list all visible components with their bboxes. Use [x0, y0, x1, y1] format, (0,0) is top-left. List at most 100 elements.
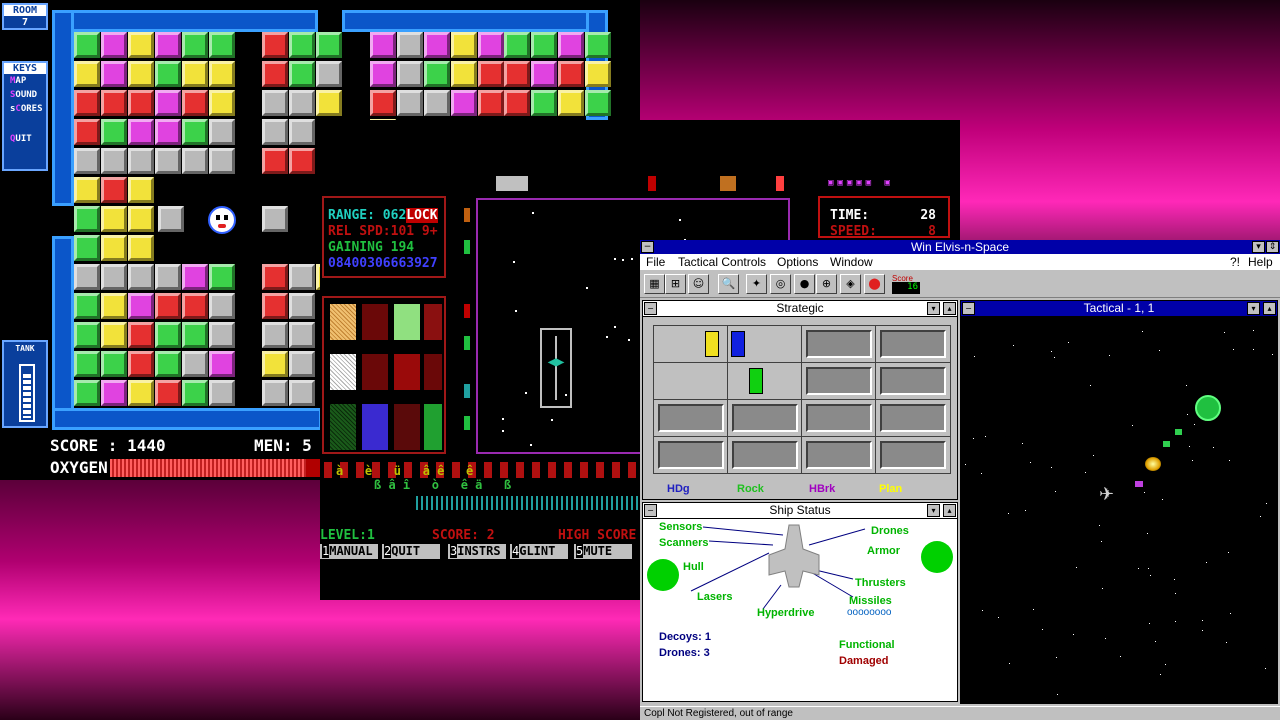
time-value: 28: [920, 208, 936, 223]
star: [1054, 491, 1056, 493]
speed-label: SPEED:: [830, 224, 877, 239]
strategic-grid[interactable]: [653, 325, 951, 475]
star: [1099, 524, 1101, 526]
stop-tool-icon[interactable]: ⬤: [864, 274, 885, 294]
brick: [316, 90, 343, 116]
brick: [127, 61, 154, 87]
brick: [262, 351, 289, 377]
child-minimize-icon[interactable]: ▾: [1247, 302, 1260, 315]
strategic-sector[interactable]: [653, 362, 729, 400]
asteroid-tool-icon[interactable]: ●: [794, 274, 815, 294]
child-minimize-icon[interactable]: ▾: [927, 302, 940, 315]
brick: [289, 380, 316, 406]
menu-manual[interactable]: 1MANUAL: [320, 544, 378, 559]
child-maximize-icon[interactable]: ▴: [1263, 302, 1276, 315]
target-tool-icon[interactable]: ⊕: [816, 274, 837, 294]
star: [1146, 532, 1148, 534]
menu-glint[interactable]: 4GLINT: [510, 544, 568, 559]
brick: [100, 380, 127, 406]
brick: [127, 148, 154, 174]
child-maximize-icon[interactable]: ▴: [943, 302, 956, 315]
brick: [289, 119, 316, 145]
label-sensors: Sensors: [659, 521, 703, 533]
oxygen-fill: [110, 459, 307, 477]
menu-help-shortcut[interactable]: ?!: [1230, 254, 1240, 270]
legend-rock: Rock: [737, 483, 764, 495]
brick: [154, 322, 181, 348]
strategic-sector[interactable]: [727, 436, 803, 474]
ship-status-title: Ship Status: [643, 503, 957, 519]
brick: [208, 61, 235, 87]
menu-mute[interactable]: 5MUTE: [574, 544, 632, 559]
star: [1032, 608, 1034, 610]
menu-window[interactable]: Window: [830, 254, 873, 270]
magnify-tool-icon[interactable]: 🔍: [718, 274, 739, 294]
decoys-count: Decoys: 1: [659, 631, 711, 643]
strategic-sector[interactable]: [727, 362, 803, 400]
brick: [100, 206, 127, 232]
brick: [181, 380, 208, 406]
child-sysmenu-button[interactable]: −: [644, 504, 657, 517]
key-sound[interactable]: SOUND: [4, 88, 46, 102]
strategic-sector[interactable]: [653, 399, 729, 437]
tactical-space[interactable]: [961, 317, 1277, 703]
star: [1160, 673, 1162, 675]
strategic-sector[interactable]: [801, 399, 877, 437]
face-tool-icon[interactable]: ☺: [688, 274, 709, 294]
child-sysmenu-button[interactable]: −: [644, 302, 657, 315]
strategic-sector[interactable]: [801, 436, 877, 474]
star: [1054, 356, 1056, 358]
key-map[interactable]: MAP: [4, 74, 46, 88]
strategic-sector[interactable]: [875, 436, 951, 474]
shield-tool-icon[interactable]: ◈: [840, 274, 861, 294]
child-sysmenu-button[interactable]: −: [962, 302, 975, 315]
strategic-sector[interactable]: [875, 399, 951, 437]
menu-help[interactable]: Help: [1248, 254, 1273, 270]
strategic-sector[interactable]: [875, 325, 951, 363]
child-minimize-icon[interactable]: ▾: [927, 504, 940, 517]
strategic-sector[interactable]: [801, 362, 877, 400]
control-tool-icon[interactable]: ⊞: [665, 274, 686, 294]
strategic-sector[interactable]: [801, 325, 877, 363]
star: [1092, 454, 1094, 456]
star: [614, 257, 617, 260]
gaining: GAINING 194: [328, 240, 415, 255]
oxygen-label: OXYGEN:: [50, 458, 118, 477]
child-maximize-icon[interactable]: ▴: [943, 504, 956, 517]
label-armor: Armor: [867, 545, 901, 557]
brick: [100, 32, 127, 58]
brick: [450, 90, 477, 116]
star: [974, 356, 976, 358]
star: [613, 325, 616, 328]
star: [679, 218, 682, 221]
brick: [100, 293, 127, 319]
menu-instrs[interactable]: 3INSTRS: [448, 544, 506, 559]
indicator-light: [496, 176, 528, 191]
brick: [74, 264, 100, 290]
label-hull: Hull: [683, 561, 704, 573]
strategic-sector[interactable]: [875, 362, 951, 400]
strategic-sector[interactable]: [727, 399, 803, 437]
minimize-icon[interactable]: ▾: [1252, 241, 1265, 253]
enemy-ship[interactable]: [1195, 395, 1221, 421]
key-scores[interactable]: sCORES: [4, 102, 46, 116]
menu-tactical-controls[interactable]: Tactical Controls: [678, 254, 766, 270]
maximize-icon[interactable]: ⇕: [1266, 241, 1279, 253]
menu-options[interactable]: Options: [777, 254, 818, 270]
brick: [74, 380, 100, 406]
brick: [531, 90, 558, 116]
sector-marker: [731, 331, 745, 357]
fleet-tool-icon[interactable]: ✦: [746, 274, 767, 294]
grid-tool-icon[interactable]: ▦: [644, 274, 665, 294]
menu-quit[interactable]: 2QUIT: [382, 544, 440, 559]
star: [1120, 656, 1122, 658]
indicator-light: [776, 176, 784, 191]
key-quit[interactable]: QUIT: [4, 132, 46, 146]
system-menu-button[interactable]: −: [641, 241, 654, 253]
menu-file[interactable]: File: [646, 254, 665, 270]
brick: [127, 380, 154, 406]
strategic-sector[interactable]: [653, 436, 729, 474]
scan-tool-icon[interactable]: ◎: [770, 274, 791, 294]
brick: [316, 32, 343, 58]
star: [1085, 471, 1087, 473]
